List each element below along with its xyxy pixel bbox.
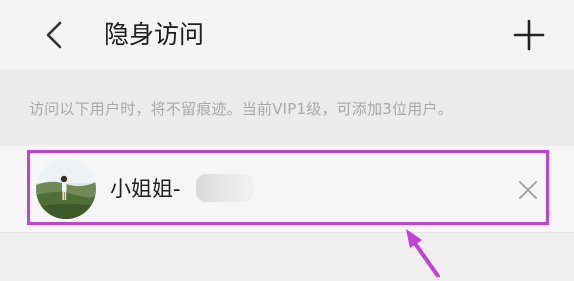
add-user-button[interactable] bbox=[504, 10, 554, 60]
chevron-left-icon bbox=[46, 21, 62, 49]
back-button[interactable] bbox=[32, 12, 78, 58]
pointer-arrow-icon bbox=[398, 226, 448, 278]
top-bar: 隐身访问 bbox=[0, 0, 574, 70]
list-empty-area bbox=[0, 233, 574, 277]
info-text: 访问以下用户时，将不留痕迹。当前VIP1级，可添加3位用户。 bbox=[29, 100, 453, 118]
list-item[interactable]: 小姐姐- bbox=[0, 146, 574, 232]
plus-icon bbox=[513, 19, 545, 51]
page-title: 隐身访问 bbox=[104, 20, 205, 49]
highlight-box bbox=[27, 150, 549, 225]
info-banner: 访问以下用户时，将不留痕迹。当前VIP1级，可添加3位用户。 bbox=[0, 70, 574, 146]
